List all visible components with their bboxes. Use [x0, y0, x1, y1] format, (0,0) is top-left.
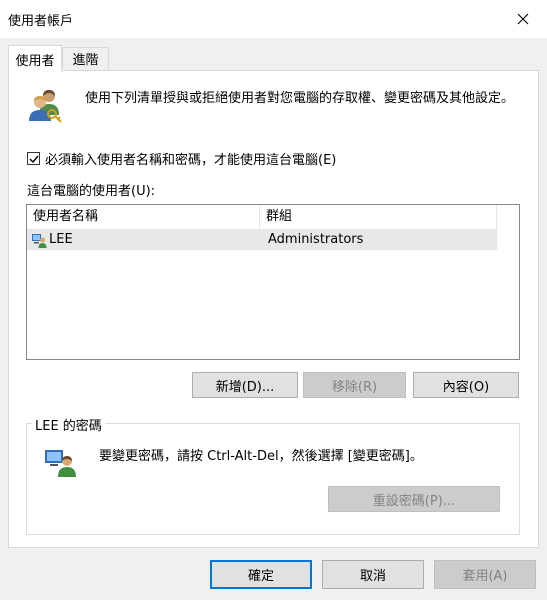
users-tab-panel: 使用下列清單授與或拒絕使用者對您電腦的存取權、變更密碼及其他設定。 必須輸入使用…	[8, 70, 539, 548]
window-title: 使用者帳戶	[8, 14, 74, 29]
ok-button[interactable]: 確定	[210, 560, 312, 589]
require-login-checkbox[interactable]: 必須輸入使用者名稱和密碼，才能使用這台電腦(E)	[27, 149, 336, 168]
users-list-label: 這台電腦的使用者(U):	[27, 184, 156, 199]
remove-user-button[interactable]: 移除(R)	[303, 372, 406, 398]
password-groupbox	[26, 423, 520, 535]
row-group: Administrators	[268, 232, 364, 247]
column-header-group[interactable]: 群組	[260, 205, 497, 229]
row-username: LEE	[49, 232, 73, 247]
column-header-username[interactable]: 使用者名稱	[27, 205, 260, 229]
add-user-button[interactable]: 新增(D)...	[192, 372, 298, 398]
close-icon	[517, 13, 529, 25]
tab-advanced[interactable]: 進階	[62, 47, 109, 69]
properties-button[interactable]: 內容(O)	[413, 372, 519, 398]
intro-text: 使用下列清單授與或拒絕使用者對您電腦的存取權、變更密碼及其他設定。	[85, 91, 515, 106]
checkbox-box[interactable]	[27, 152, 40, 165]
table-row[interactable]: LEE Administrators	[27, 230, 497, 250]
checkmark-icon	[29, 155, 39, 163]
title-bar: 使用者帳戶	[0, 0, 547, 38]
users-listview[interactable]: 使用者名稱 群組 LEE Administrators	[26, 204, 520, 360]
tab-users[interactable]: 使用者	[8, 45, 62, 72]
password-user-icon	[45, 450, 76, 477]
password-group-title: LEE 的密碼	[32, 415, 105, 434]
reset-password-button[interactable]: 重設密碼(P)...	[328, 486, 500, 512]
cancel-button[interactable]: 取消	[322, 560, 424, 589]
users-icon	[29, 90, 62, 123]
user-row-icon	[32, 234, 47, 248]
listview-header: 使用者名稱 群組	[27, 205, 497, 230]
password-instructions: 要變更密碼，請按 Ctrl-Alt-Del，然後選擇 [變更密碼]。	[99, 449, 423, 464]
apply-button[interactable]: 套用(A)	[434, 560, 536, 589]
require-login-label[interactable]: 必須輸入使用者名稱和密碼，才能使用這台電腦(E)	[45, 149, 336, 168]
close-button[interactable]	[507, 6, 539, 32]
user-accounts-dialog: 使用者帳戶 使用者 進階 使用下列清單授與或拒絕使用者對您電腦的存取權、變更密碼…	[0, 0, 547, 600]
